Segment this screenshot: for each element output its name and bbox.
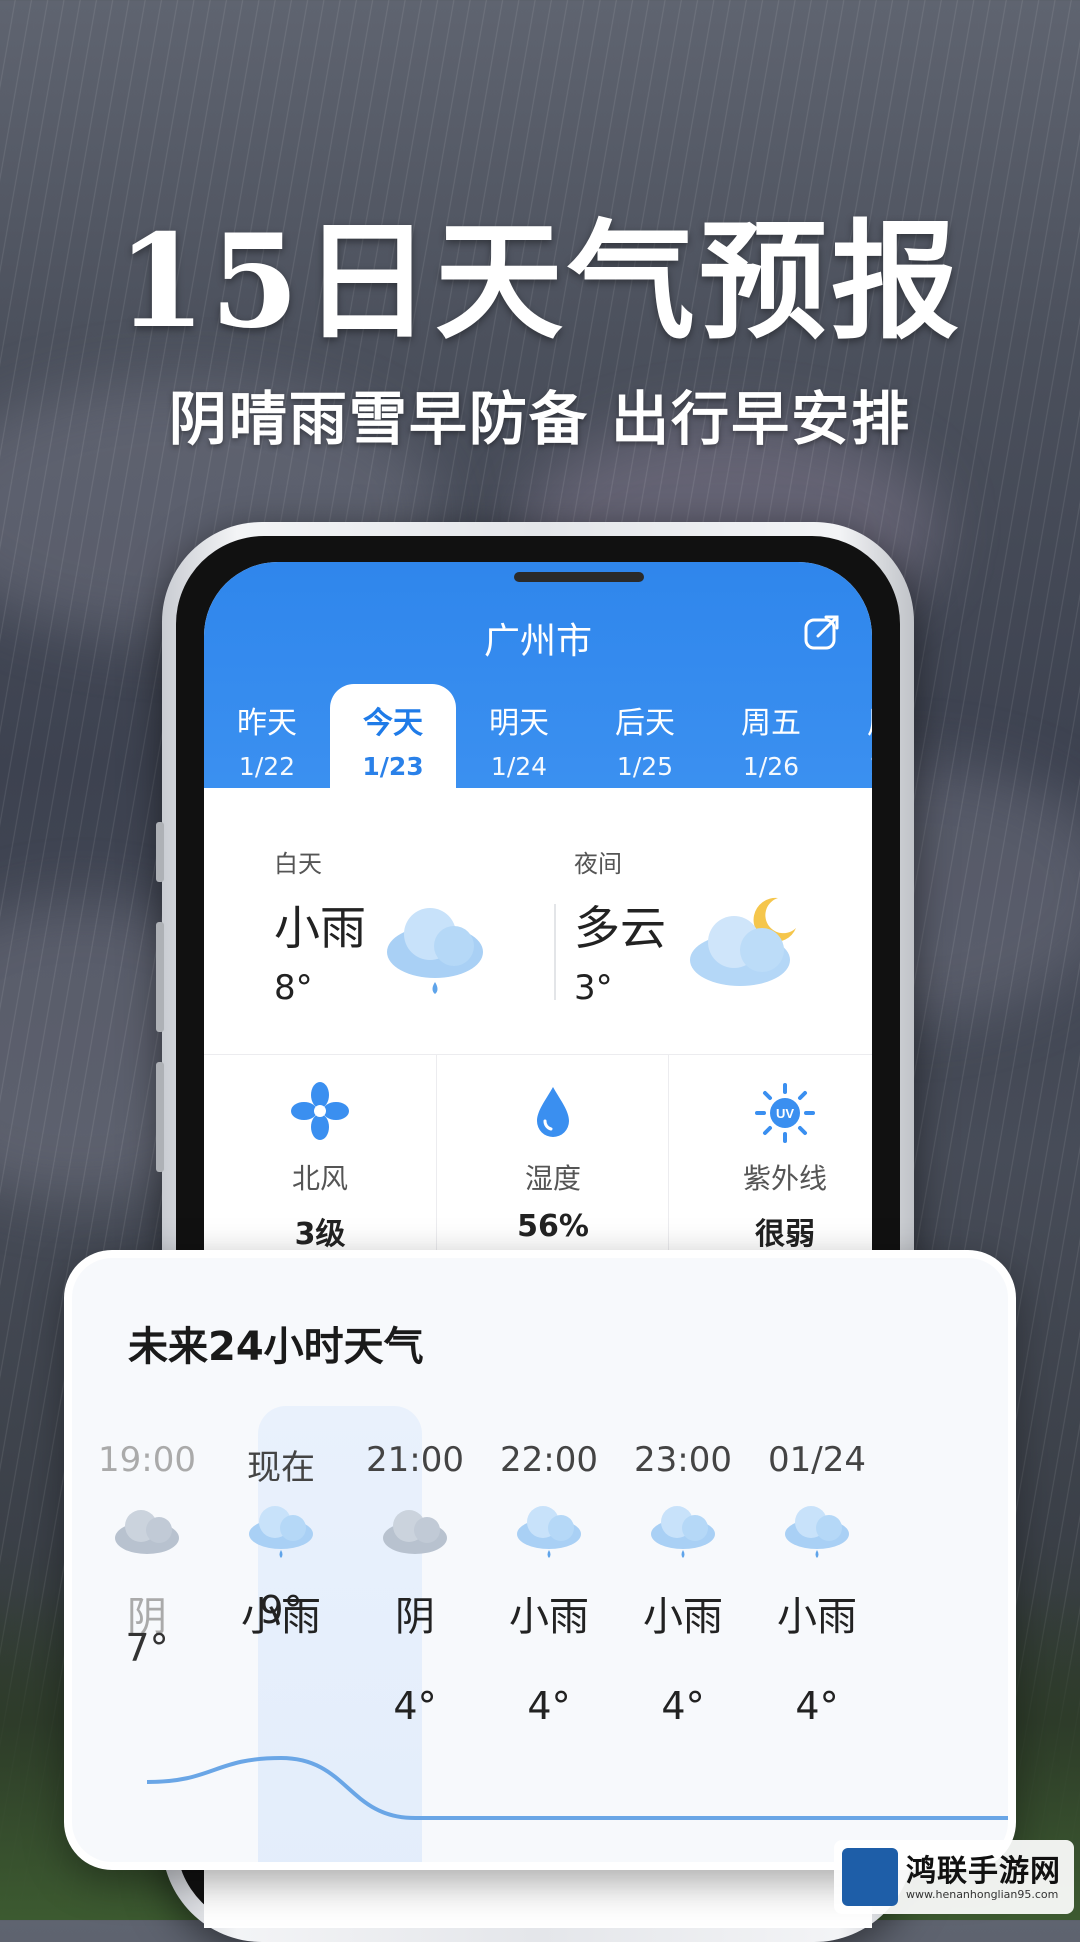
- watermark-name: 鸿联手游网: [906, 1854, 1061, 1889]
- stat-wind: 北风 3级: [204, 1055, 436, 1255]
- day-tab-date: 1/25: [616, 752, 674, 781]
- day-tab-date: 1/26: [742, 752, 800, 781]
- stat-uv: UV 紫外线 很弱: [668, 1055, 872, 1255]
- cloudy-night-icon: [690, 897, 796, 986]
- day-tab-name: 后天: [615, 706, 675, 741]
- day-tab-5[interactable]: 周六 1/27: [834, 692, 872, 788]
- day-tab-0[interactable]: 昨天 1/22: [204, 692, 330, 788]
- day-tabs: 昨天 1/22 今天 1/23 明天 1/24 后天 1/25 周五 1/26 周六 1/27: [204, 684, 872, 788]
- day-tab-4[interactable]: 周五 1/26: [708, 692, 834, 788]
- night-condition: 多云: [574, 901, 666, 955]
- day-tab-name: 周五: [741, 706, 801, 741]
- day-night-summary: 白天 小雨 8° 夜间 多云 3°: [204, 788, 872, 1054]
- day-tab-2[interactable]: 明天 1/24: [456, 692, 582, 788]
- svg-text:UV: UV: [776, 1106, 794, 1121]
- day-tab-name: 今天: [363, 706, 423, 741]
- headline: 15日天气预报: [116, 207, 964, 357]
- watermark-logo: 鸿联手游网 www.henanhonglian95.com: [834, 1840, 1074, 1914]
- day-tab-name: 昨天: [237, 706, 297, 741]
- day-label: 白天: [274, 850, 322, 878]
- weather-stats: 北风 3级 湿度 56% UV 紫外线 很弱: [204, 1054, 872, 1255]
- temperature-curve: [146, 1755, 1008, 1820]
- day-tab-1[interactable]: 今天 1/23: [330, 684, 456, 788]
- night-label: 夜间: [574, 850, 622, 878]
- stat-uv-label: 紫外线: [742, 1162, 827, 1195]
- share-icon[interactable]: [802, 612, 842, 652]
- watermark-url: www.henanhonglian95.com: [906, 1888, 1059, 1901]
- day-tab-3[interactable]: 后天 1/25: [582, 692, 708, 788]
- stat-wind-value: 3级: [294, 1217, 346, 1252]
- hourly-forecast-card: 未来24小时天气 19:00 阴 7° 现在 小雨 9° 21:00 阴 4° 22:00 小雨 4°…: [64, 1250, 1016, 1870]
- stat-humidity-value: 56%: [517, 1209, 589, 1244]
- city-name[interactable]: 广州市: [204, 612, 872, 664]
- day-tab-date: 1/23: [362, 752, 424, 781]
- watermark-mark-icon: [842, 1848, 898, 1906]
- day-tab-date: 1/22: [238, 752, 296, 781]
- subheadline: 阴晴雨雪早防备 出行早安排: [168, 385, 912, 453]
- wind-fan-icon: [291, 1082, 349, 1140]
- day-tab-name: 明天: [489, 706, 549, 741]
- day-temp: 8°: [274, 968, 313, 1008]
- day-condition: 小雨: [274, 901, 366, 955]
- stat-humidity: 湿度 56%: [436, 1055, 669, 1255]
- night-temp: 3°: [574, 968, 613, 1008]
- temperature-curve-line: [146, 1755, 1008, 1820]
- stat-wind-label: 北风: [291, 1162, 348, 1195]
- light-rain-icon: [387, 908, 483, 994]
- day-tab-date: 1/24: [490, 752, 548, 781]
- stat-humidity-label: 湿度: [524, 1162, 581, 1195]
- day-tab-name: 周六: [834, 698, 872, 742]
- stat-uv-value: 很弱: [755, 1217, 815, 1252]
- day-tab-date: 1/27: [834, 752, 872, 781]
- uv-sun-icon: UV: [755, 1083, 815, 1143]
- water-drop-icon: [537, 1087, 569, 1137]
- app-header: 广州市 昨天 1/22 今天 1/23 明天 1/24 后天 1/25 周五 1/26 周六 1/27: [204, 562, 872, 788]
